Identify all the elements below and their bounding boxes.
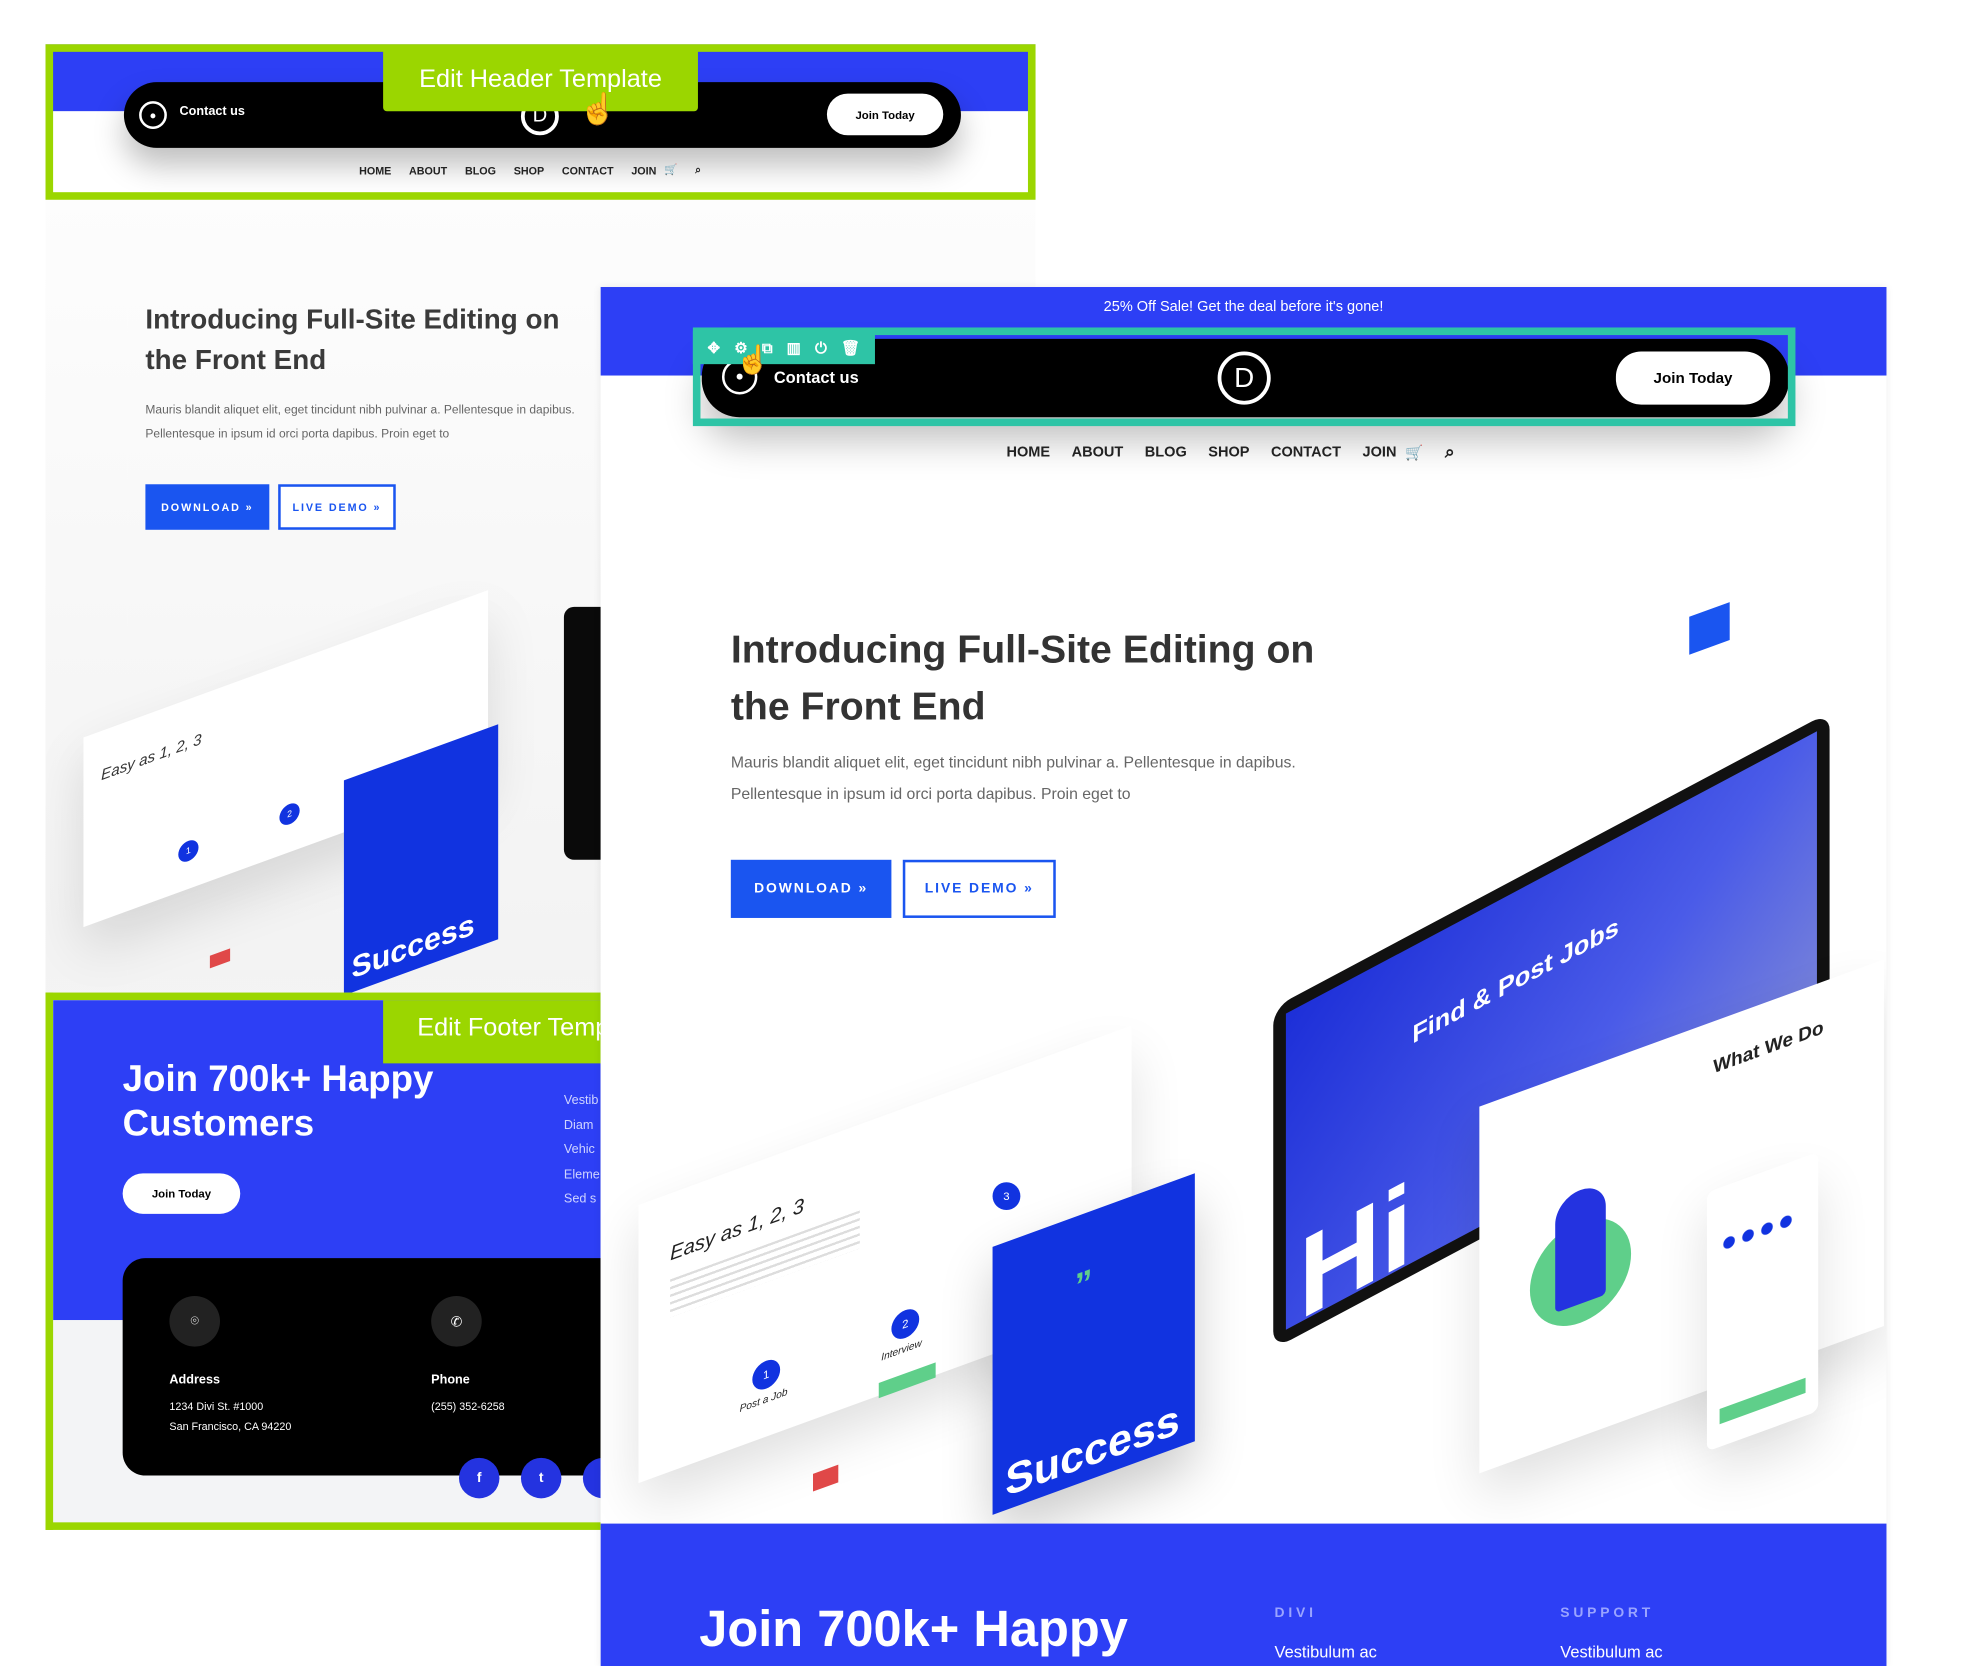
move-icon[interactable]: ✥: [707, 339, 720, 357]
para-line: Mauris blandit aliquet elit, eget tincid…: [730, 753, 1296, 772]
title-line: Join 700k+ Happy: [122, 1059, 434, 1101]
success-text: Success: [351, 907, 475, 987]
front-page-preview: 25% Off Sale! Get the deal before it's g…: [600, 287, 1887, 1666]
edit-footer-template-button[interactable]: Edit Footer Template: [383, 1000, 601, 1064]
search-icon[interactable]: ⌕: [1445, 441, 1455, 462]
back-hero-title: Introducing Full-Site Editing on the Fro…: [145, 300, 559, 381]
success-text: Success: [1005, 1394, 1180, 1507]
address-line: San Francisco, CA 94220: [169, 1419, 292, 1433]
front-footer: Join 700k+ Happy DIVI Vestibulum ac SUPP…: [600, 1523, 1887, 1666]
footer-col-heading: SUPPORT: [1560, 1605, 1655, 1621]
back-contact-card: ⌾ ✆ Address 1234 Divi St. #1000 San Fran…: [122, 1258, 601, 1476]
address-label: Address: [169, 1373, 221, 1388]
title-line: Introducing Full-Site Editing on: [145, 303, 560, 336]
footer-link[interactable]: Diam: [564, 1113, 600, 1138]
nav-shop[interactable]: SHOP: [1208, 444, 1249, 459]
edit-footer-label: Edit Footer Template: [417, 1014, 600, 1042]
phone-icon: ✆: [431, 1296, 482, 1347]
footer-link[interactable]: Vestibulum ac: [1275, 1642, 1377, 1661]
back-live-demo-button[interactable]: LIVE DEMO »: [278, 484, 396, 530]
easy-title: Easy as 1, 2, 3: [101, 729, 202, 785]
footer-col-heading: DIVI: [1274, 1605, 1317, 1621]
hire-text: Hi: [1298, 1158, 1413, 1330]
footer-link[interactable]: Vestib: [564, 1089, 600, 1114]
nav-contact[interactable]: CONTACT: [1271, 444, 1341, 459]
back-hero-text: Mauris blandit aliquet elit, eget tincid…: [145, 398, 574, 446]
footer-link[interactable]: Eleme: [564, 1163, 600, 1188]
twitter-icon[interactable]: t: [520, 1457, 562, 1499]
nav-join[interactable]: JOIN: [1363, 444, 1397, 459]
para-line: Mauris blandit aliquet elit, eget tincid…: [145, 403, 575, 418]
step-2-marker: 2: [279, 800, 300, 828]
edit-header-template-button[interactable]: Edit Header Template: [383, 48, 698, 112]
footer-link[interactable]: Vestibulum ac: [1560, 1642, 1662, 1661]
back-download-button[interactable]: DOWNLOAD »: [145, 484, 270, 530]
title-line: the Front End: [730, 683, 986, 729]
nav-home[interactable]: HOME: [1006, 444, 1050, 459]
location-icon: ⌾: [169, 1296, 221, 1347]
hand-cursor-icon: ☝: [579, 92, 617, 127]
step-2-label: Interview: [881, 1337, 922, 1364]
facebook-icon[interactable]: f: [458, 1457, 500, 1499]
footer-link[interactable]: Vehic: [564, 1138, 600, 1163]
back-footer-title: Join 700k+ Happy Customers: [123, 1058, 434, 1146]
front-hero-title: Introducing Full-Site Editing on the Fro…: [731, 622, 1315, 736]
address-line: 1234 Divi St. #1000: [169, 1399, 264, 1413]
hand-cursor-icon: ☝: [735, 343, 771, 376]
step-2-marker: 2: [891, 1305, 920, 1344]
front-nav: HOME ABOUT BLOG SHOP CONTACT JOIN 🛒 ⌕: [1006, 441, 1454, 462]
back-footer-join-button[interactable]: Join Today: [122, 1173, 241, 1214]
title-line: the Front End: [145, 343, 327, 376]
phone-number: (255) 352-6258: [431, 1399, 505, 1413]
front-hero-text: Mauris blandit aliquet elit, eget tincid…: [731, 747, 1296, 810]
step-1-marker: 1: [752, 1355, 781, 1394]
para-line: Pellentesque in ipsum id orci porta dapi…: [145, 427, 450, 442]
module-toolbar: ✥ ⚙ ⧉ ▥ ⏻ 🗑: [692, 331, 875, 365]
back-footer-links: Vestib Diam Vehic Eleme Sed s: [564, 1089, 600, 1212]
sale-banner-text[interactable]: 25% Off Sale! Get the deal before it's g…: [601, 300, 1887, 315]
para-line: Pellentesque in ipsum id orci porta dapi…: [730, 785, 1131, 803]
cart-icon[interactable]: 🛒: [1405, 443, 1423, 461]
power-icon[interactable]: ⏻: [815, 338, 827, 357]
nav-blog[interactable]: BLOG: [1145, 444, 1187, 459]
front-download-button[interactable]: DOWNLOAD »: [730, 859, 892, 918]
nav-about[interactable]: ABOUT: [1072, 444, 1124, 459]
title-line: Introducing Full-Site Editing on: [730, 627, 1315, 672]
trash-icon[interactable]: 🗑: [841, 339, 860, 357]
footer-link[interactable]: Sed s: [564, 1187, 600, 1212]
step-1-marker: 1: [178, 837, 199, 865]
step-3-marker: 3: [992, 1182, 1021, 1211]
step-1-label: Post a Job: [739, 1385, 788, 1415]
phone-mockup: [1706, 1151, 1819, 1452]
back-footer: Join 700k+ Happy Customers Join Today Ve…: [45, 992, 601, 1530]
what-we-do-title: What We Do: [1713, 1016, 1824, 1079]
title-line: Customers: [122, 1103, 315, 1145]
quote-icon: ”: [1074, 1261, 1093, 1307]
phone-label: Phone: [431, 1373, 470, 1388]
columns-icon[interactable]: ▥: [787, 339, 801, 357]
front-live-demo-button[interactable]: LIVE DEMO »: [902, 859, 1056, 918]
footer-title: Join 700k+ Happy: [699, 1601, 1128, 1658]
find-jobs-text: Find & Post Jobs: [1412, 912, 1619, 1051]
